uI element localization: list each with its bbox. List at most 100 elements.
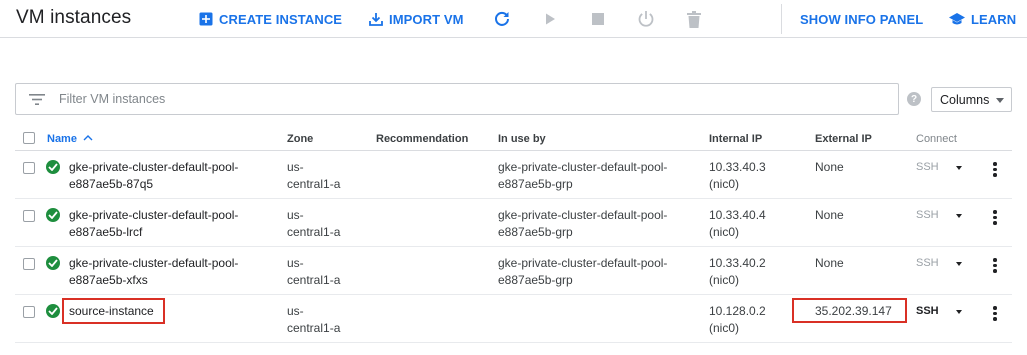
in-use-by-line2: e887ae5b-grp xyxy=(498,177,573,191)
page-header: VM instances CREATE INSTANCE IMPORT VM S… xyxy=(0,0,1027,38)
header-divider xyxy=(781,4,782,34)
external-ip-cell: None xyxy=(815,160,844,174)
row-checkbox[interactable] xyxy=(23,306,35,318)
table-header: Name Zone Recommendation In use by Inter… xyxy=(15,125,1012,151)
check-circle-icon xyxy=(46,304,60,318)
instance-name-line2: e887ae5b-87q5 xyxy=(69,177,154,191)
column-header-internal-ip: Internal IP xyxy=(709,133,763,145)
internal-ip-cell: 10.128.0.2 (nic0) xyxy=(709,303,766,337)
stop-icon xyxy=(592,13,604,25)
column-header-name-label: Name xyxy=(47,133,77,145)
create-instance-label: CREATE INSTANCE xyxy=(219,11,343,27)
in-use-by-line2: e887ae5b-grp xyxy=(498,273,573,287)
more-vert-icon[interactable] xyxy=(993,306,997,321)
ssh-dropdown-icon[interactable] xyxy=(956,214,962,218)
more-vert-icon[interactable] xyxy=(993,210,997,225)
internal-ip-line2: (nic0) xyxy=(709,177,740,191)
in-use-by-cell[interactable]: gke-private-cluster-default-pool- e887ae… xyxy=(498,255,667,289)
ssh-button[interactable]: SSH xyxy=(916,255,939,272)
table-row: gke-private-cluster-default-pool- e887ae… xyxy=(15,247,1012,295)
zone-line1: us- xyxy=(287,208,304,222)
delete-button[interactable] xyxy=(682,0,706,38)
instance-name[interactable]: gke-private-cluster-default-pool- e887ae… xyxy=(69,207,238,241)
download-icon xyxy=(369,13,383,26)
filter-list-icon xyxy=(29,93,45,105)
help-icon[interactable]: ? xyxy=(907,92,921,106)
zone-line2: central1-a xyxy=(287,225,341,239)
internal-ip-line1: 10.33.40.3 xyxy=(709,160,766,174)
filter-input[interactable] xyxy=(59,92,879,106)
instance-name[interactable]: gke-private-cluster-default-pool- e887ae… xyxy=(69,255,238,289)
instance-name-line2: e887ae5b-xfxs xyxy=(69,273,148,287)
zone-cell: us- central1-a xyxy=(287,207,340,241)
in-use-by-line1: gke-private-cluster-default-pool- xyxy=(498,208,668,222)
more-vert-icon[interactable] xyxy=(993,162,997,177)
instance-name-line2: e887ae5b-lrcf xyxy=(69,225,143,239)
column-header-name[interactable]: Name xyxy=(47,133,93,145)
in-use-by-line2: e887ae5b-grp xyxy=(498,225,573,239)
ssh-button[interactable]: SSH xyxy=(916,159,939,176)
internal-ip-line2: (nic0) xyxy=(709,321,740,335)
vm-instances-table: Name Zone Recommendation In use by Inter… xyxy=(15,125,1012,343)
sort-ascending-icon xyxy=(83,135,93,141)
column-header-connect: Connect xyxy=(916,133,957,145)
table-row: gke-private-cluster-default-pool- e887ae… xyxy=(15,199,1012,247)
start-button[interactable] xyxy=(538,0,562,38)
zone-line1: us- xyxy=(287,304,304,318)
filter-bar[interactable] xyxy=(15,83,899,115)
internal-ip-line2: (nic0) xyxy=(709,273,740,287)
reset-button[interactable] xyxy=(634,0,658,38)
column-header-recommendation: Recommendation xyxy=(376,133,469,145)
column-header-zone: Zone xyxy=(287,133,314,145)
play-icon xyxy=(546,13,555,25)
power-icon xyxy=(638,11,654,27)
ssh-dropdown-icon[interactable] xyxy=(956,262,962,266)
external-ip-cell: None xyxy=(815,208,844,222)
zone-cell: us- central1-a xyxy=(287,303,340,337)
ssh-button[interactable]: SSH xyxy=(916,207,939,224)
ssh-dropdown-icon[interactable] xyxy=(956,310,962,314)
row-checkbox[interactable] xyxy=(23,210,35,222)
internal-ip-cell: 10.33.40.2 (nic0) xyxy=(709,255,766,289)
column-header-in-use-by: In use by xyxy=(498,133,546,145)
learn-button[interactable]: LEARN xyxy=(949,0,1016,38)
internal-ip-cell: 10.33.40.4 (nic0) xyxy=(709,207,766,241)
chevron-down-icon xyxy=(996,98,1004,103)
columns-label: Columns xyxy=(940,92,990,107)
ssh-button[interactable]: SSH xyxy=(916,303,939,320)
highlight-box-instance-name xyxy=(62,298,165,324)
internal-ip-line1: 10.33.40.4 xyxy=(709,208,766,222)
internal-ip-line2: (nic0) xyxy=(709,225,740,239)
row-checkbox[interactable] xyxy=(23,162,35,174)
ssh-dropdown-icon[interactable] xyxy=(956,166,962,170)
select-all-checkbox[interactable] xyxy=(23,132,35,144)
internal-ip-cell: 10.33.40.3 (nic0) xyxy=(709,159,766,193)
instance-name[interactable]: gke-private-cluster-default-pool- e887ae… xyxy=(69,159,238,193)
in-use-by-line1: gke-private-cluster-default-pool- xyxy=(498,160,668,174)
external-ip-cell: None xyxy=(815,256,844,270)
refresh-icon xyxy=(495,11,509,26)
columns-dropdown[interactable]: Columns xyxy=(931,87,1012,112)
zone-cell: us- central1-a xyxy=(287,255,340,289)
school-icon xyxy=(949,12,965,24)
zone-line2: central1-a xyxy=(287,273,341,287)
highlight-box-external-ip xyxy=(792,298,907,323)
stop-button[interactable] xyxy=(586,0,610,38)
in-use-by-cell[interactable]: gke-private-cluster-default-pool- e887ae… xyxy=(498,207,667,241)
show-info-panel-button[interactable]: SHOW INFO PANEL xyxy=(800,0,923,38)
internal-ip-line1: 10.128.0.2 xyxy=(709,304,766,318)
table-row: gke-private-cluster-default-pool- e887ae… xyxy=(15,151,1012,199)
instance-name-line1: gke-private-cluster-default-pool- xyxy=(69,256,239,270)
trash-icon xyxy=(687,10,701,28)
check-circle-icon xyxy=(46,208,60,222)
in-use-by-line1: gke-private-cluster-default-pool- xyxy=(498,256,668,270)
create-instance-button[interactable]: CREATE INSTANCE xyxy=(199,0,342,38)
check-circle-icon xyxy=(46,160,60,174)
import-vm-button[interactable]: IMPORT VM xyxy=(369,0,464,38)
check-circle-icon xyxy=(46,256,60,270)
more-vert-icon[interactable] xyxy=(993,258,997,273)
table-row: source-instance us- central1-a 10.128.0.… xyxy=(15,295,1012,343)
refresh-button[interactable] xyxy=(490,0,514,38)
row-checkbox[interactable] xyxy=(23,258,35,270)
in-use-by-cell[interactable]: gke-private-cluster-default-pool- e887ae… xyxy=(498,159,667,193)
